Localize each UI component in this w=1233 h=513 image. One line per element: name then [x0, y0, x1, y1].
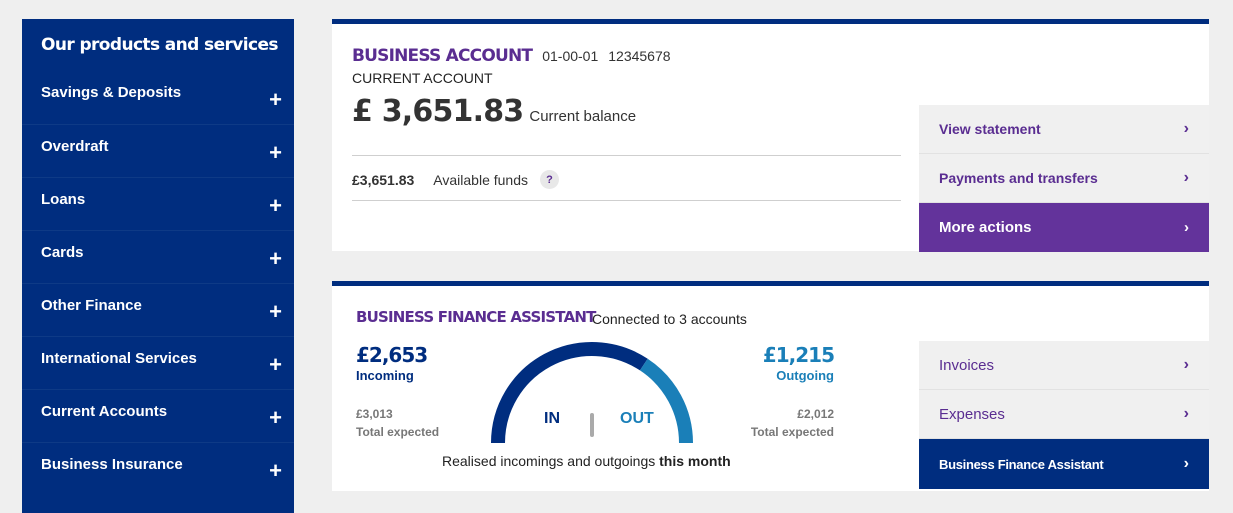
outgoing-expected-label: Total expected — [750, 425, 834, 439]
plus-icon[interactable]: + — [269, 407, 282, 429]
action-label: Business Finance Assistant — [939, 456, 1104, 472]
current-balance-label: Current balance — [529, 108, 637, 125]
gauge-separator — [590, 413, 594, 437]
outgoing-stat: £1,215 Outgoing — [762, 343, 835, 383]
sidebar-item-label: Current Accounts — [41, 402, 168, 420]
gauge-caption-main: Realised incomings and outgoings — [442, 453, 656, 469]
view-statement-button[interactable]: View statement › — [919, 105, 1209, 154]
plus-icon[interactable]: + — [269, 195, 282, 217]
gauge-caption: Realised incomings and outgoings this mo… — [442, 453, 731, 469]
chevron-right-icon: › — [1183, 405, 1189, 422]
plus-icon[interactable]: + — [269, 88, 282, 111]
available-funds-label: Available funds — [433, 171, 528, 188]
sidebar-item-label: Cards — [41, 243, 84, 261]
plus-icon[interactable]: + — [269, 460, 282, 482]
balance-row: £ 3,651.83 Current balance — [352, 94, 636, 129]
products-sidebar: Our products and services Savings & Depo… — [22, 19, 294, 513]
action-label: More actions — [939, 219, 1032, 236]
gauge-in-label: IN — [544, 410, 560, 427]
outgoing-expected: £2,012 Total expected — [751, 405, 834, 441]
gauge-out-label: OUT — [620, 410, 654, 427]
incoming-expected: £3,013 Total expected — [356, 405, 439, 441]
sidebar-item-business-insurance[interactable]: Business Insurance + — [22, 442, 294, 495]
sidebar-list: Savings & Deposits + Overdraft + Loans +… — [22, 71, 294, 495]
sidebar-item-label: Loans — [41, 190, 86, 208]
sidebar-item-overdraft[interactable]: Overdraft + — [22, 124, 294, 177]
sidebar-item-label: Business Insurance — [41, 455, 183, 473]
plus-icon[interactable]: + — [269, 354, 282, 376]
sidebar-item-label: Other Finance — [41, 296, 142, 314]
divider — [352, 200, 901, 201]
account-title-row: BUSINESS ACCOUNT 01-00-01 12345678 — [352, 46, 671, 66]
sort-code: 01-00-01 — [542, 48, 599, 64]
current-balance: £ 3,651.83 — [352, 94, 524, 129]
more-actions-button[interactable]: More actions › — [919, 203, 1209, 252]
sidebar-item-label: Savings & Deposits — [41, 84, 182, 101]
available-funds-row: £3,651.83 Available funds ? — [352, 170, 559, 189]
outgoing-expected-value: £2,012 — [797, 407, 834, 421]
invoices-button[interactable]: Invoices › — [919, 341, 1209, 390]
plus-icon[interactable]: + — [269, 142, 282, 164]
action-label: Invoices — [939, 356, 995, 374]
incoming-expected-label: Total expected — [356, 425, 440, 439]
divider — [352, 155, 901, 156]
plus-icon[interactable]: + — [269, 248, 282, 270]
help-icon[interactable]: ? — [540, 170, 559, 189]
gauge-in-arc — [491, 342, 648, 444]
sidebar-item-label: International Services — [41, 349, 197, 367]
business-finance-assistant-card: BUSINESS FINANCE ASSISTANT Connected to … — [332, 281, 1209, 491]
sidebar-item-savings-deposits[interactable]: Savings & Deposits + — [22, 71, 294, 124]
action-label: View statement — [939, 121, 1041, 137]
expenses-button[interactable]: Expenses › — [919, 390, 1209, 439]
connected-accounts: Connected to 3 accounts — [592, 311, 747, 327]
chevron-right-icon: › — [1184, 219, 1189, 236]
account-type: CURRENT ACCOUNT — [352, 70, 493, 86]
incoming-expected-value: £3,013 — [356, 407, 393, 421]
bfa-title: BUSINESS FINANCE ASSISTANT — [356, 308, 596, 326]
incoming-label: Incoming — [356, 368, 414, 383]
incoming-value: £2,653 — [356, 343, 428, 367]
outgoing-label: Outgoing — [776, 368, 834, 383]
sidebar-item-cards[interactable]: Cards + — [22, 230, 294, 283]
action-label: Expenses — [939, 405, 1005, 423]
chevron-right-icon: › — [1183, 455, 1189, 472]
sidebar-item-current-accounts[interactable]: Current Accounts + — [22, 389, 294, 442]
sidebar-item-label: Overdraft — [41, 137, 109, 155]
sidebar-item-international-services[interactable]: International Services + — [22, 336, 294, 389]
payments-transfers-button[interactable]: Payments and transfers › — [919, 154, 1209, 203]
outgoing-value: £1,215 — [762, 343, 835, 367]
sidebar-item-loans[interactable]: Loans + — [22, 177, 294, 230]
plus-icon[interactable]: + — [269, 301, 282, 323]
sidebar-title: Our products and services — [41, 35, 279, 55]
account-actions: View statement › Payments and transfers … — [919, 105, 1209, 252]
action-label: Payments and transfers — [939, 170, 1098, 186]
bfa-actions: Invoices › Expenses › Business Finance A… — [919, 341, 1209, 489]
chevron-right-icon: › — [1183, 120, 1189, 137]
sidebar-item-other-finance[interactable]: Other Finance + — [22, 283, 294, 336]
incoming-stat: £2,653 Incoming — [356, 343, 428, 383]
available-funds: £3,651.83 — [352, 171, 415, 188]
chevron-right-icon: › — [1183, 356, 1189, 373]
business-finance-assistant-button[interactable]: Business Finance Assistant › — [919, 439, 1209, 489]
gauge-out-arc — [639, 358, 693, 444]
business-account-card: BUSINESS ACCOUNT 01-00-01 12345678 CURRE… — [332, 19, 1209, 252]
gauge-caption-bold: this month — [659, 453, 731, 469]
account-number: 12345678 — [608, 48, 671, 64]
account-name[interactable]: BUSINESS ACCOUNT — [352, 46, 533, 66]
chevron-right-icon: › — [1183, 169, 1189, 186]
